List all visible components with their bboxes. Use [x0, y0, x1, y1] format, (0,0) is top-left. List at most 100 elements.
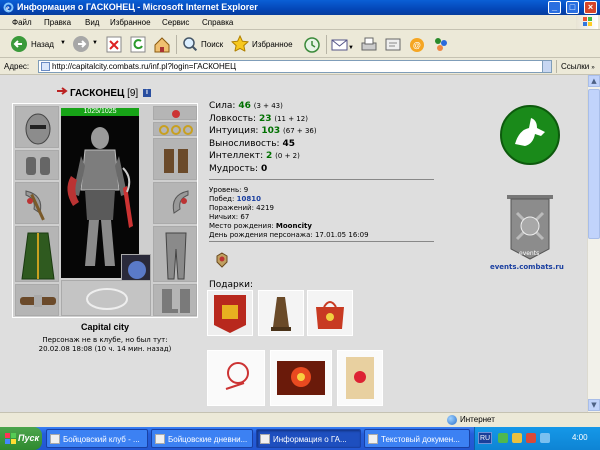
search-label: Поиск	[201, 40, 224, 49]
mail-icon[interactable]: ▼	[331, 35, 353, 54]
scroll-thumb[interactable]	[588, 89, 600, 239]
leggings-icon	[165, 232, 187, 280]
print-icon[interactable]	[360, 35, 378, 54]
stat-row: Ловкость: 23 (11 + 12)	[209, 113, 317, 126]
amulet-slot[interactable]	[153, 106, 197, 120]
history-icon[interactable]	[303, 35, 321, 54]
gift-item[interactable]	[258, 290, 304, 336]
back-arrow-icon	[11, 36, 27, 52]
stat-value: 103	[261, 126, 281, 137]
weapon-left-slot[interactable]	[15, 182, 59, 224]
last-seen-line2: 20.02.08 18:08 (10 ч. 14 мин. назад)	[38, 345, 172, 353]
network-icon[interactable]	[498, 433, 508, 443]
buddies-icon[interactable]	[432, 35, 450, 54]
rings-slot[interactable]	[153, 122, 197, 136]
armor-slot[interactable]	[15, 226, 59, 282]
speaker-icon[interactable]	[512, 433, 522, 443]
gifts-label: Подарки:	[209, 280, 254, 290]
character-info: Уровень: 9 Побед: 10810 Поражений: 4219 …	[209, 186, 369, 241]
clan-emblem-icon[interactable]	[499, 104, 561, 166]
birthday-value: 17.01.05 16:09	[314, 231, 369, 240]
vertical-scrollbar[interactable]: ▲ ▼	[587, 75, 600, 412]
taskbar-item[interactable]: Бойцовский клуб - ...	[46, 429, 148, 448]
minimize-button[interactable]: _	[548, 1, 561, 14]
edit-icon[interactable]	[384, 35, 402, 54]
gift-item[interactable]	[207, 290, 253, 336]
scroll-up-button[interactable]: ▲	[588, 75, 600, 87]
language-indicator[interactable]: RU	[478, 432, 492, 444]
menu-tools[interactable]: Сервис	[162, 18, 189, 27]
maximize-button[interactable]: □	[566, 1, 579, 14]
close-button[interactable]: ×	[584, 1, 597, 14]
gift-item[interactable]	[307, 290, 353, 336]
gift-item[interactable]	[270, 350, 332, 406]
forward-arrow-icon	[73, 36, 89, 52]
favorites-button[interactable]: Избранное	[231, 35, 297, 54]
birthday-label: День рождения персонажа:	[209, 231, 313, 240]
page-content: ГАСКОНЕЦ [9] i 1025/1025 Capital city Пе…	[0, 75, 587, 412]
search-button[interactable]: Поиск	[181, 35, 227, 54]
gift-item[interactable]	[207, 350, 265, 406]
taskbar-item-active[interactable]: Информация о ГА...	[256, 429, 361, 448]
scroll-down-button[interactable]: ▼	[588, 399, 600, 411]
stat-label: Интеллект:	[209, 151, 264, 162]
helmet-slot[interactable]	[15, 106, 59, 148]
menu-view[interactable]: Вид	[85, 18, 99, 27]
draws-value: 67	[240, 213, 250, 222]
statue-gift-icon	[259, 291, 303, 335]
start-button[interactable]: Пуск	[0, 427, 42, 450]
bracers-slot[interactable]	[15, 150, 59, 180]
gloves-slot[interactable]	[153, 138, 197, 180]
belt-slot[interactable]	[15, 284, 59, 316]
banner-text: events	[519, 250, 539, 257]
menu-favorites[interactable]: Избранное	[110, 18, 151, 27]
menu-help[interactable]: Справка	[202, 18, 233, 27]
title-bar[interactable]: e Информация о ГАСКОНЕЦ - Microsoft Inte…	[0, 0, 600, 15]
info-icon[interactable]: i	[143, 89, 151, 98]
events-banner-icon[interactable]: events	[505, 193, 555, 261]
toolbar-separator	[176, 35, 177, 54]
weapon-right-slot[interactable]	[153, 182, 197, 224]
security-icon[interactable]	[526, 433, 536, 443]
gift-bag-icon	[308, 291, 352, 335]
clock[interactable]: 4:00	[572, 433, 588, 442]
chevron-down-icon[interactable]: ▼	[60, 40, 66, 46]
postcard-gift-icon	[208, 351, 264, 405]
events-link[interactable]: events.combats.ru	[490, 263, 564, 271]
arrow-icon	[57, 87, 68, 95]
chevron-down-icon[interactable]: ▼	[92, 40, 98, 46]
windows-logo-icon	[576, 15, 598, 29]
back-button[interactable]: Назад ▼	[10, 35, 68, 54]
svg-text:▼: ▼	[348, 45, 353, 51]
taskbar: Пуск Бойцовский клуб - ... Бойцовские дн…	[0, 427, 600, 450]
window-icon	[368, 434, 378, 444]
menu-edit[interactable]: Правка	[44, 18, 71, 27]
toolbar: Назад ▼ ▼ Поиск Избранное ▼ @	[0, 31, 600, 58]
stat-row: Мудрость: 0	[209, 163, 317, 176]
character-name: ГАСКОНЕЦ	[70, 88, 125, 99]
badge-icon[interactable]	[215, 252, 229, 268]
taskbar-item[interactable]: Бойцовские дневни...	[151, 429, 253, 448]
messenger-icon[interactable]: @	[408, 35, 426, 54]
messenger-tray-icon[interactable]	[540, 433, 550, 443]
leggings-slot[interactable]	[153, 226, 197, 282]
window-icon	[155, 434, 165, 444]
gloves-icon	[164, 149, 188, 173]
boots-slot[interactable]	[153, 284, 197, 316]
address-input[interactable]: http://capitalcity.combats.ru/inf.pl?log…	[38, 60, 552, 73]
stat-label: Сила:	[209, 101, 236, 111]
window-icon	[50, 434, 60, 444]
menu-file[interactable]: Файл	[12, 18, 32, 27]
stat-row: Сила: 46 (3 + 43)	[209, 100, 317, 113]
address-dropdown-button[interactable]	[542, 61, 551, 72]
stop-icon[interactable]	[106, 35, 122, 54]
toolbar-separator	[326, 35, 327, 54]
home-icon[interactable]	[153, 35, 171, 54]
links-button[interactable]: Ссылки »	[556, 60, 600, 73]
taskbar-item[interactable]: Текстовый докумен...	[364, 429, 470, 448]
bracers-icon	[26, 157, 50, 175]
forward-button[interactable]: ▼	[72, 35, 98, 54]
stat-value: 0	[260, 163, 268, 174]
gift-item[interactable]	[337, 350, 383, 406]
refresh-icon[interactable]	[130, 35, 146, 54]
